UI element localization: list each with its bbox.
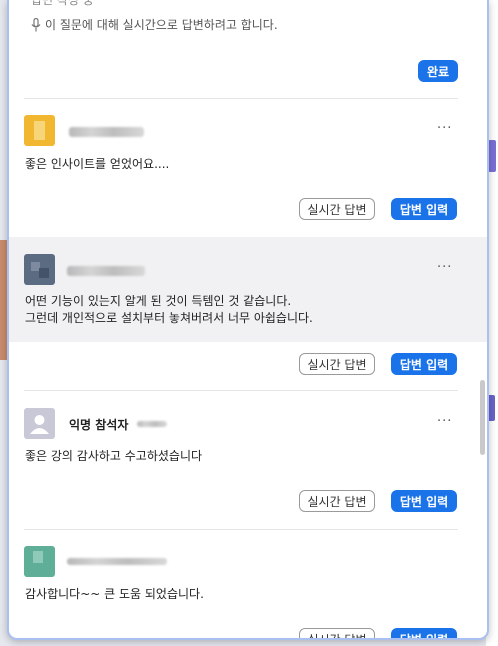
question-card-highlighted: ··· 어떤 기능이 있는지 알게 된 것이 득템인 것 같습니다. 그런데 개… bbox=[9, 237, 487, 342]
live-answer-button[interactable]: 실시간 답변 bbox=[299, 198, 375, 220]
type-answer-button[interactable]: 답변 입력 bbox=[391, 490, 457, 512]
qa-panel: 답변 작성 중 이 질문에 대해 실시간으로 답변하려고 합니다. 완료 ···… bbox=[7, 0, 489, 640]
anonymous-avatar bbox=[24, 408, 55, 439]
question-text: 좋은 인사이트를 얻었어요.... bbox=[25, 157, 170, 171]
question-card: 감사합니다~~ 큰 도움 되었습니다. 실시간 답변 답변 입력 bbox=[9, 530, 487, 638]
user-icon bbox=[24, 408, 55, 439]
background-app-decoration bbox=[488, 140, 496, 172]
avatar-image bbox=[24, 254, 55, 285]
question-text: 감사합니다~~ 큰 도움 되었습니다. bbox=[25, 587, 204, 601]
live-answer-button[interactable]: 실시간 답변 bbox=[299, 628, 375, 638]
question-text: 좋은 강의 감사하고 수고하셨습니다 bbox=[25, 449, 203, 463]
question-card: 익명 참석자 ··· 좋은 강의 감사하고 수고하셨습니다 실시간 답변 답변 … bbox=[9, 391, 487, 528]
blurred-author-name bbox=[67, 558, 167, 565]
more-options-button[interactable]: ··· bbox=[437, 121, 452, 136]
more-options-button[interactable]: ··· bbox=[437, 414, 452, 429]
live-answer-button[interactable]: 실시간 답변 bbox=[299, 490, 375, 512]
avatar-image bbox=[24, 546, 55, 577]
live-reply-hint-text: 이 질문에 대해 실시간으로 답변하려고 합니다. bbox=[45, 18, 278, 32]
live-reply-hint: 이 질문에 대해 실시간으로 답변하려고 합니다. bbox=[31, 16, 278, 33]
question-card: ··· 좋은 인사이트를 얻었어요.... 실시간 답변 답변 입력 bbox=[9, 99, 487, 236]
more-options-button[interactable]: ··· bbox=[437, 260, 452, 275]
scrollbar-thumb[interactable] bbox=[480, 380, 485, 455]
live-answer-button[interactable]: 실시간 답변 bbox=[299, 353, 375, 375]
avatar bbox=[24, 546, 55, 577]
avatar-image bbox=[24, 115, 55, 146]
done-button[interactable]: 완료 bbox=[418, 60, 458, 82]
question-text: 어떤 기능이 있는지 알게 된 것이 득템인 것 같습니다. 그런데 개인적으로… bbox=[25, 294, 313, 325]
blurred-author-name bbox=[69, 127, 144, 137]
avatar bbox=[24, 254, 55, 285]
author-name: 익명 참석자 bbox=[69, 418, 129, 432]
clipped-top-text: 답변 작성 중 bbox=[31, 0, 94, 7]
avatar bbox=[24, 115, 55, 146]
type-answer-button[interactable]: 답변 입력 bbox=[391, 198, 457, 220]
type-answer-button[interactable]: 답변 입력 bbox=[391, 628, 457, 638]
blurred-timestamp bbox=[137, 421, 167, 427]
type-answer-button[interactable]: 답변 입력 bbox=[391, 353, 457, 375]
blurred-author-name bbox=[67, 266, 145, 276]
microphone-icon bbox=[31, 17, 41, 31]
